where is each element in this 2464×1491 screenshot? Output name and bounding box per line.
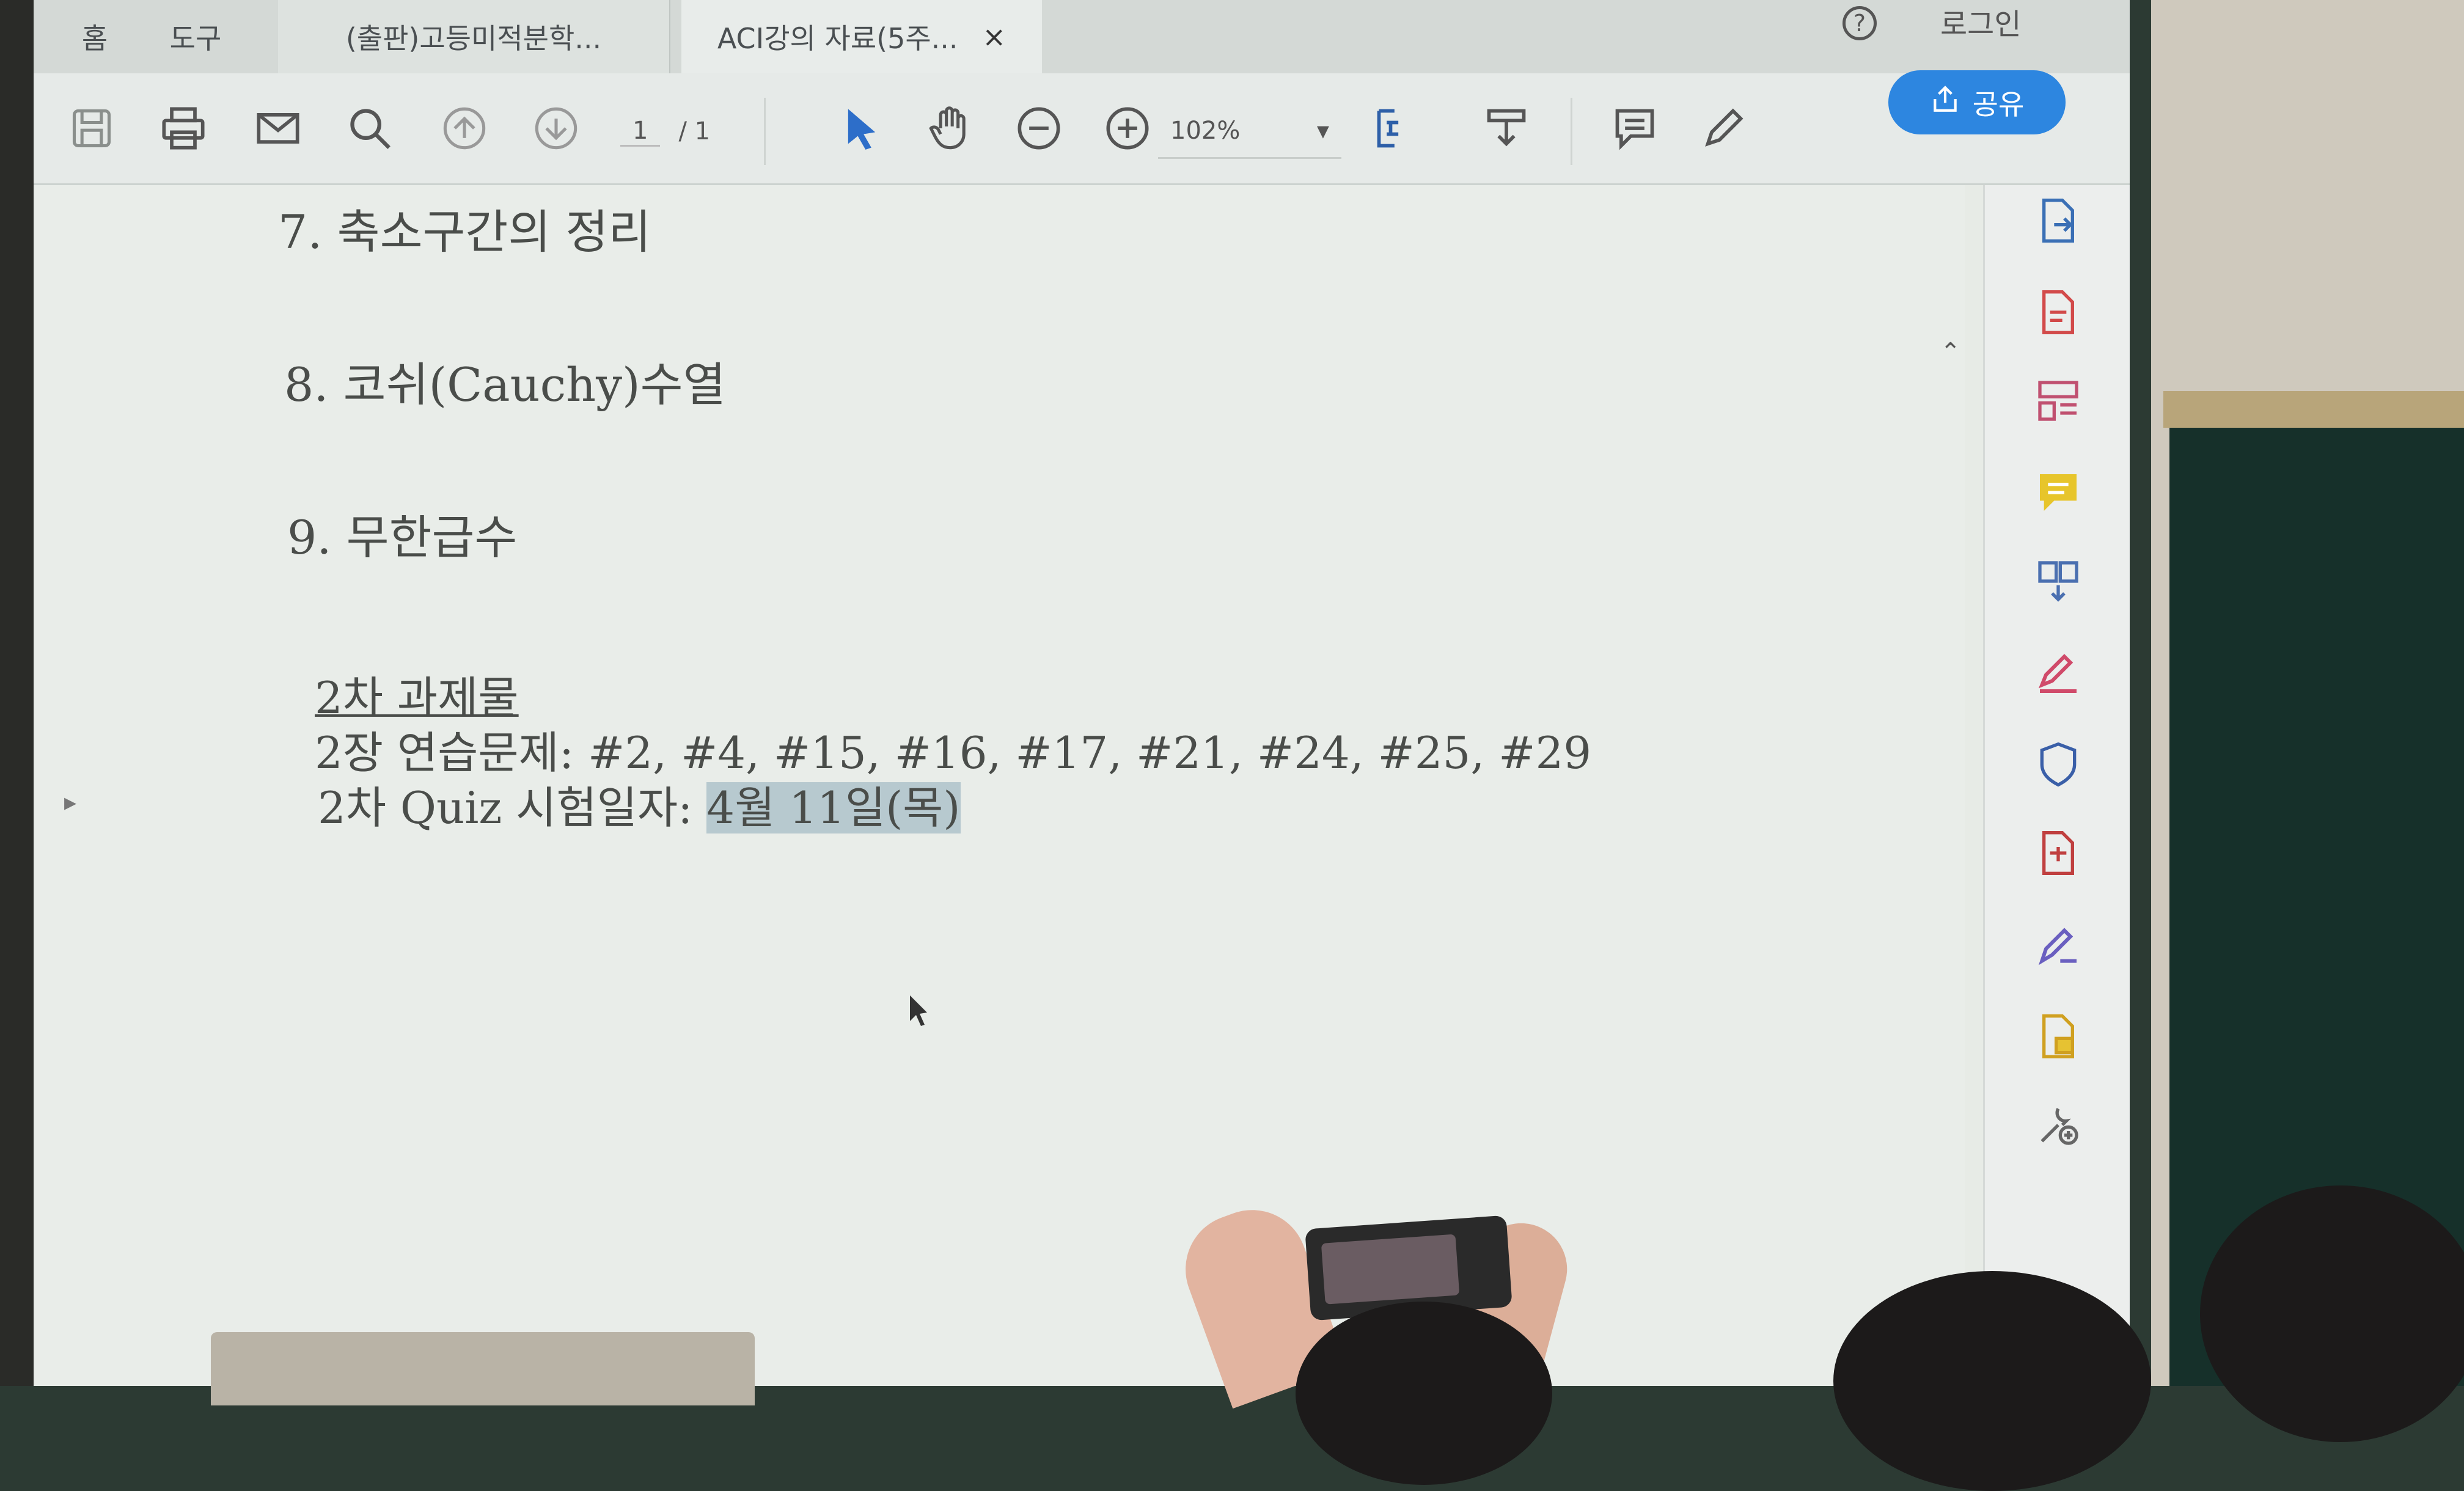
- comment-icon[interactable]: [1607, 101, 1662, 156]
- login-button[interactable]: 로그인: [1940, 0, 2044, 43]
- share-icon: [1930, 84, 1960, 121]
- scroll-mode-icon[interactable]: [1479, 101, 1534, 156]
- comment-panel-icon[interactable]: [2029, 463, 2088, 522]
- fit-page-icon[interactable]: [1369, 101, 1424, 156]
- zoom-select[interactable]: 102% ▾: [1158, 104, 1341, 159]
- organize-pages-icon[interactable]: [2029, 372, 2088, 430]
- zoom-value: 102%: [1170, 116, 1241, 145]
- page-down-icon[interactable]: [529, 101, 584, 156]
- compress-icon[interactable]: [2029, 824, 2088, 882]
- quiz-date-label: 2차 Quiz 시험일자:: [318, 782, 707, 833]
- export-pdf-icon[interactable]: [2029, 191, 2088, 250]
- page-up-icon[interactable]: [437, 101, 492, 156]
- tab-bar: 홈 도구 (출판)고등미적분학... ACI강의 자료(5주... × ? 로그…: [34, 0, 2130, 73]
- share-button[interactable]: 공유: [1888, 70, 2066, 134]
- more-tools-icon[interactable]: [2029, 1096, 2088, 1154]
- toolbar-divider: [764, 98, 766, 165]
- outline-item-8: 8. 코쉬(Cauchy)수열: [284, 357, 726, 412]
- sign-icon[interactable]: [2029, 915, 2088, 974]
- mouse-cursor-icon: [910, 995, 927, 1026]
- combine-icon[interactable]: [2029, 552, 2088, 610]
- help-icon[interactable]: ?: [1843, 6, 1877, 40]
- outline-item-9: 9. 무한급수: [287, 510, 518, 565]
- audience-head: [1833, 1271, 2151, 1491]
- zoom-out-icon[interactable]: [1011, 101, 1066, 156]
- scroll-up-icon[interactable]: ⌃: [1940, 338, 1961, 366]
- tab-home[interactable]: 홈: [58, 0, 131, 73]
- protect-icon[interactable]: [2029, 735, 2088, 794]
- create-pdf-icon[interactable]: [2029, 283, 2088, 342]
- save-icon[interactable]: [64, 101, 119, 156]
- quiz-date-highlighted: 4월 11일(목): [706, 782, 961, 833]
- search-icon[interactable]: [342, 101, 397, 156]
- tools-panel: [1983, 185, 2130, 1386]
- tab-document-2-label: ACI강의 자료(5주...: [717, 22, 958, 55]
- page-indicator: 1 / 1: [620, 110, 761, 153]
- fill-sign-icon[interactable]: [2029, 643, 2088, 702]
- tab-document-1[interactable]: (출판)고등미적분학...: [278, 0, 670, 73]
- audience-head: [2200, 1185, 2464, 1442]
- tab-document-2[interactable]: ACI강의 자료(5주... ×: [681, 0, 1042, 73]
- select-pointer-icon[interactable]: [834, 101, 889, 156]
- audience-head: [1296, 1302, 1552, 1485]
- page-number-input[interactable]: 1: [620, 117, 661, 147]
- pen-icon[interactable]: [1696, 101, 1751, 156]
- chevron-down-icon: ▾: [1316, 116, 1329, 145]
- toolbar-divider: [1571, 98, 1572, 165]
- share-label: 공유: [1972, 87, 2025, 121]
- outline-item-7: 7. 축소구간의 정리: [278, 205, 651, 259]
- document-page[interactable]: 7. 축소구간의 정리 8. 코쉬(Cauchy)수열 9. 무한급수 2차 과…: [34, 185, 1965, 1386]
- toolbar: 1 / 1 102% ▾: [34, 73, 2130, 185]
- tab-tools[interactable]: 도구: [150, 0, 241, 73]
- hand-icon[interactable]: [923, 101, 978, 156]
- send-icon[interactable]: [2029, 1007, 2088, 1066]
- laptop-lid: [211, 1332, 755, 1405]
- print-icon[interactable]: [156, 101, 211, 156]
- close-icon[interactable]: ×: [983, 20, 1007, 53]
- chalkboard-frame: [2163, 391, 2464, 428]
- phone-screen: [1321, 1234, 1460, 1305]
- zoom-in-icon[interactable]: [1100, 101, 1155, 156]
- pdf-viewer-window: 홈 도구 (출판)고등미적분학... ACI강의 자료(5주... × ? 로그…: [34, 0, 2130, 1386]
- quiz-date-line: 2차 Quiz 시험일자: 4월 11일(목): [318, 772, 961, 836]
- email-icon[interactable]: [251, 101, 306, 156]
- page-total: / 1: [678, 117, 711, 145]
- expand-left-pane-icon[interactable]: ▸: [64, 788, 76, 816]
